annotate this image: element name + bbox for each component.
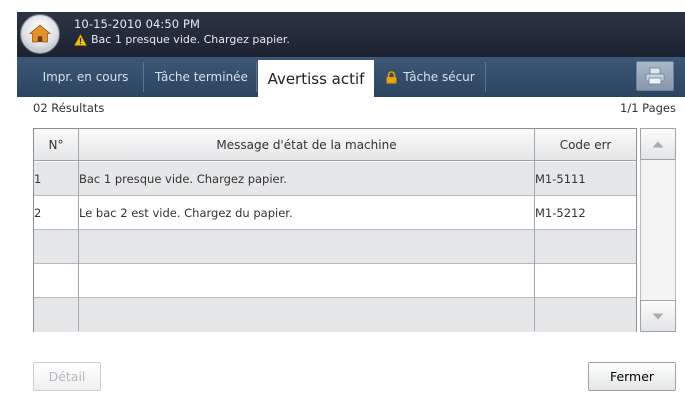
- table-row[interactable]: 1 Bac 1 presque vide. Chargez papier. M1…: [34, 162, 636, 196]
- row-error-code: M1-5111: [535, 171, 586, 186]
- tab-secure-job-label: Tâche sécur: [403, 70, 475, 84]
- page-indicator: 1/1 Pages: [620, 101, 676, 115]
- table-row: [34, 264, 636, 298]
- row-number: [34, 298, 78, 331]
- tab-active-warnings-label: Avertiss actif: [267, 69, 365, 88]
- table-header: N° Message d'état de la machine Code err: [34, 129, 636, 161]
- detail-button[interactable]: Détail: [33, 362, 101, 391]
- row-error-code: [535, 298, 636, 331]
- scroll-up-button[interactable]: [640, 128, 676, 160]
- row-message: [79, 298, 534, 331]
- triangle-down-icon: [652, 313, 664, 319]
- table-row: [34, 230, 636, 264]
- row-number: [34, 230, 78, 263]
- row-error-code: [535, 230, 636, 263]
- header-number: N°: [48, 138, 64, 152]
- status-message-line: Bac 1 presque vide. Chargez papier.: [74, 33, 290, 46]
- warning-icon: [74, 33, 87, 46]
- print-icon: [645, 67, 665, 85]
- table-row[interactable]: 2 Le bac 2 est vide. Chargez du papier. …: [34, 196, 636, 230]
- scroll-down-button[interactable]: [640, 300, 676, 332]
- row-message: Bac 1 presque vide. Chargez papier.: [79, 171, 287, 186]
- print-button[interactable]: [636, 61, 674, 91]
- status-message-text: Bac 1 presque vide. Chargez papier.: [91, 33, 290, 46]
- results-count: 02 Résultats: [33, 101, 105, 115]
- row-number: 2: [34, 205, 42, 220]
- status-datetime: 10-15-2010 04:50 PM: [74, 17, 201, 31]
- header-error-code: Code err: [559, 138, 612, 152]
- triangle-up-icon: [652, 141, 664, 147]
- home-icon: [28, 24, 52, 43]
- warnings-table: N° Message d'état de la machine Code err…: [33, 128, 637, 332]
- row-error-code: [535, 264, 636, 297]
- lock-icon: [386, 70, 397, 83]
- row-message: [79, 230, 534, 263]
- table-row: [34, 298, 636, 332]
- tab-completed-label: Tâche terminée: [155, 70, 248, 84]
- row-message: [79, 264, 534, 297]
- detail-button-label: Détail: [48, 369, 86, 384]
- tab-printing[interactable]: Impr. en cours: [28, 62, 144, 92]
- row-number: 1: [34, 171, 42, 186]
- tab-active-warnings[interactable]: Avertiss actif: [258, 60, 374, 97]
- row-error-code: M1-5212: [535, 205, 586, 220]
- row-message: Le bac 2 est vide. Chargez du papier.: [79, 205, 293, 220]
- header-message: Message d'état de la machine: [216, 138, 397, 152]
- close-button-label: Fermer: [609, 369, 655, 384]
- row-number: [34, 264, 78, 297]
- tab-printing-label: Impr. en cours: [42, 70, 129, 84]
- home-button[interactable]: [20, 14, 60, 54]
- tab-secure-job[interactable]: Tâche sécur: [376, 62, 486, 92]
- close-button[interactable]: Fermer: [588, 362, 676, 391]
- column-divider: [78, 129, 79, 331]
- tab-completed[interactable]: Tâche terminée: [147, 62, 257, 92]
- column-divider: [534, 129, 535, 331]
